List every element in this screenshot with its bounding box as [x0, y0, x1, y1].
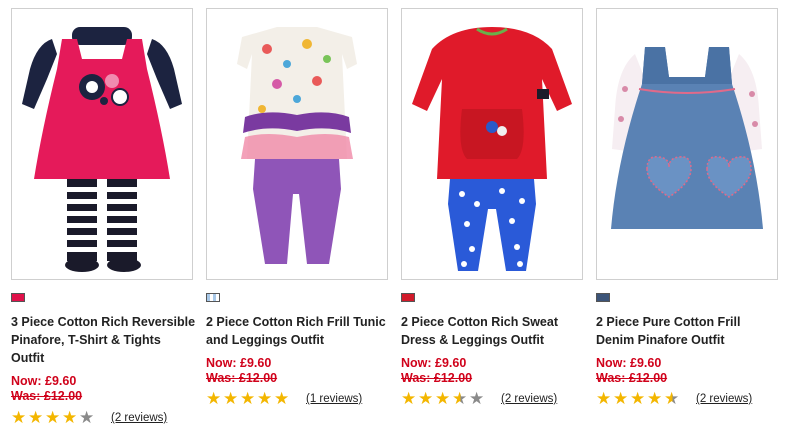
- star-icon: ★: [418, 389, 434, 409]
- product-image[interactable]: [11, 8, 193, 280]
- star-icon: ★: [79, 408, 95, 428]
- reviews-link[interactable]: (2 reviews): [696, 393, 752, 405]
- star-icon: ★: [62, 408, 78, 428]
- star-icon: ★: [240, 389, 256, 409]
- reviews-link[interactable]: (1 reviews): [306, 393, 362, 405]
- price-was: Was: £12.00: [11, 389, 83, 403]
- product-name[interactable]: 2 Piece Cotton Rich Sweat Dress & Leggin…: [401, 313, 586, 349]
- star-icon: ★: [401, 389, 417, 409]
- star-icon: ★: [630, 389, 646, 409]
- price-was: Was: £12.00: [206, 371, 278, 385]
- rating-stars: ★ ★ ★ ★ ★: [401, 389, 486, 409]
- star-icon: ★: [435, 389, 451, 409]
- rating-stars: ★ ★ ★ ★ ★: [206, 389, 291, 409]
- color-swatch[interactable]: [11, 293, 25, 302]
- star-icon: ★: [452, 389, 468, 409]
- color-swatch[interactable]: [206, 293, 220, 302]
- color-swatch[interactable]: [596, 293, 610, 302]
- product-name[interactable]: 2 Piece Cotton Rich Frill Tunic and Legg…: [206, 313, 391, 349]
- price-was: Was: £12.00: [596, 371, 668, 385]
- star-icon: ★: [28, 408, 44, 428]
- reviews-link[interactable]: (2 reviews): [111, 412, 167, 424]
- rating-stars: ★ ★ ★ ★ ★: [11, 408, 96, 428]
- star-icon: ★: [647, 389, 663, 409]
- product-image[interactable]: [206, 8, 388, 280]
- rating-stars: ★ ★ ★ ★ ★: [596, 389, 681, 409]
- price-now: Now: £9.60: [596, 356, 662, 370]
- star-icon: ★: [664, 389, 680, 409]
- product-grid: 3 Piece Cotton Rich Reversible Pinafore,…: [0, 0, 791, 427]
- price-now: Now: £9.60: [11, 374, 77, 388]
- star-icon: ★: [223, 389, 239, 409]
- price-now: Now: £9.60: [206, 356, 272, 370]
- product-name[interactable]: 3 Piece Cotton Rich Reversible Pinafore,…: [11, 313, 196, 367]
- price-was: Was: £12.00: [401, 371, 473, 385]
- star-icon: ★: [613, 389, 629, 409]
- star-icon: ★: [45, 408, 61, 428]
- star-icon: ★: [257, 389, 273, 409]
- product-image[interactable]: [596, 8, 778, 280]
- star-icon: ★: [469, 389, 485, 409]
- reviews-link[interactable]: (2 reviews): [501, 393, 557, 405]
- star-icon: ★: [11, 408, 27, 428]
- star-icon: ★: [274, 389, 290, 409]
- price-now: Now: £9.60: [401, 356, 467, 370]
- color-swatch[interactable]: [401, 293, 415, 302]
- product-image[interactable]: [401, 8, 583, 280]
- star-icon: ★: [596, 389, 612, 409]
- star-icon: ★: [206, 389, 222, 409]
- product-name[interactable]: 2 Piece Pure Cotton Frill Denim Pinafore…: [596, 313, 781, 349]
